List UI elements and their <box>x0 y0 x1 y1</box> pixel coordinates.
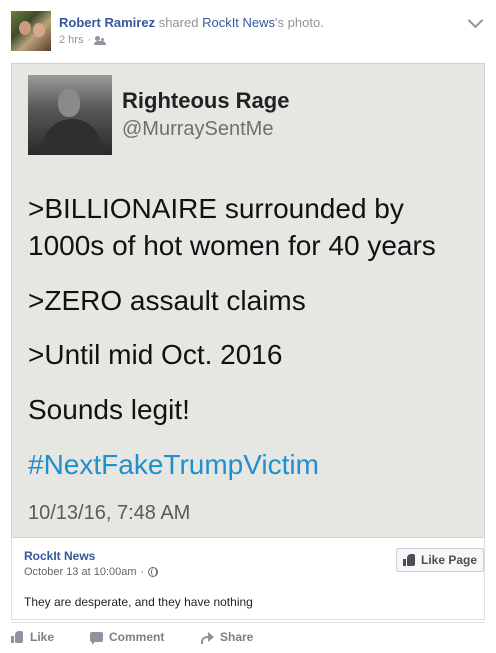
post-actions: Like Comment Share <box>11 622 485 653</box>
thumbs-up-icon <box>402 554 416 566</box>
photo-suffix: 's photo. <box>275 15 324 30</box>
tweet-line: >BILLIONAIRE surrounded by <box>28 193 404 224</box>
share-icon <box>200 631 214 644</box>
attribution-page-name[interactable]: RockIt News <box>24 549 95 563</box>
like-page-button[interactable]: Like Page <box>396 548 484 572</box>
like-label: Like <box>30 630 55 644</box>
tweet-handle: @MurraySentMe <box>122 118 274 140</box>
attribution-date[interactable]: October 13 at 10:00am <box>24 566 137 578</box>
shared-page-link[interactable]: RockIt News <box>202 15 275 30</box>
like-button[interactable]: Like <box>11 630 54 644</box>
tweet-line: >ZERO assault claims <box>28 285 306 316</box>
share-button[interactable]: Share <box>200 630 253 644</box>
tweet-line: >Until mid Oct. 2016 <box>28 339 283 370</box>
tweet-line: 1000s of hot women for 40 years <box>28 230 436 261</box>
globe-icon[interactable] <box>148 567 159 577</box>
comment-label: Comment <box>109 630 165 644</box>
like-page-label: Like Page <box>420 553 478 567</box>
friends-icon[interactable] <box>94 35 107 45</box>
time-separator: · <box>87 34 92 46</box>
post-time-row: 2 hrs · <box>59 34 107 46</box>
avatar[interactable] <box>11 11 51 51</box>
tweet-avatar <box>28 75 112 155</box>
tweet-date: 10/13/16, 7:48 AM <box>28 502 191 524</box>
chevron-down-icon[interactable] <box>467 12 484 29</box>
author-name[interactable]: Robert Ramirez <box>59 15 155 30</box>
thumbs-up-icon <box>11 631 24 643</box>
tweet-display-name: Righteous Rage <box>122 88 290 113</box>
page-attribution: RockIt News October 13 at 10:00am · Like… <box>11 538 485 620</box>
attribution-date-row: October 13 at 10:00am · <box>24 566 159 578</box>
tweet-hashtag: #NextFakeTrumpVictim <box>28 449 319 480</box>
share-label: Share <box>220 630 254 644</box>
comment-icon <box>90 632 103 645</box>
post-time[interactable]: 2 hrs <box>59 34 83 46</box>
attribution-caption: They are desperate, and they have nothin… <box>24 595 253 609</box>
tweet-line: Sounds legit! <box>28 394 190 425</box>
date-separator: · <box>140 566 145 578</box>
shared-text: shared <box>158 15 199 30</box>
post-header: Robert Ramirez shared RockIt News's phot… <box>11 11 485 53</box>
post-meta: Robert Ramirez shared RockIt News's phot… <box>59 15 324 31</box>
shared-photo[interactable]: Righteous Rage @MurraySentMe >BILLIONAIR… <box>11 63 485 538</box>
comment-button[interactable]: Comment <box>90 630 165 645</box>
